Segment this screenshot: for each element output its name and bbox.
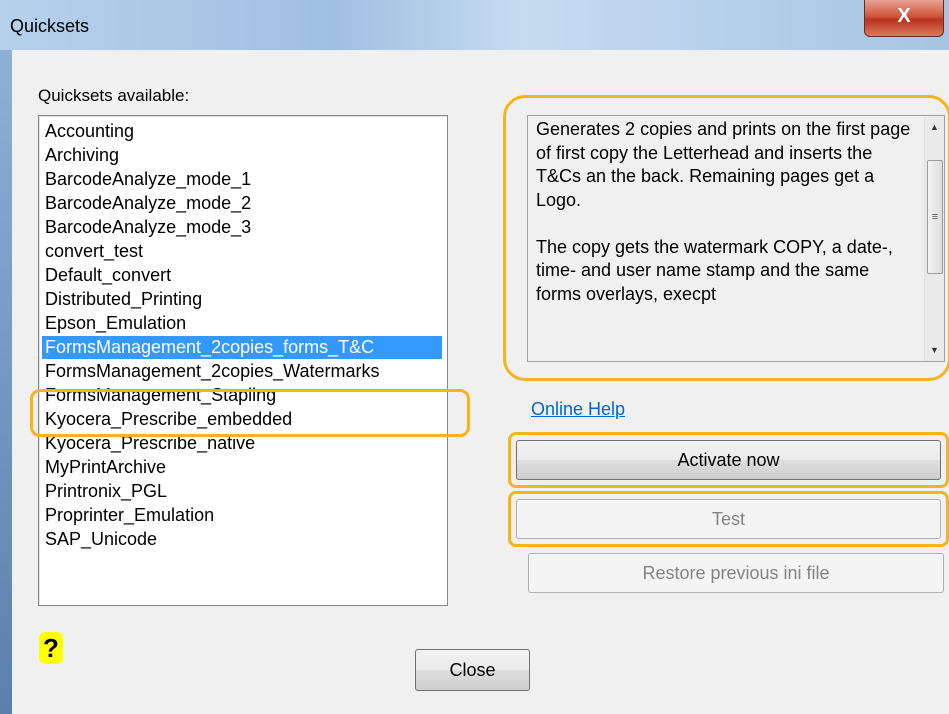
list-item[interactable]: Default_convert xyxy=(45,264,171,287)
list-item[interactable]: MyPrintArchive xyxy=(45,456,166,479)
list-item[interactable]: Proprinter_Emulation xyxy=(45,504,214,527)
close-icon: X xyxy=(897,5,911,27)
title-bar[interactable]: Quicksets X xyxy=(0,0,949,50)
close-button[interactable]: Close xyxy=(415,649,530,691)
list-item[interactable]: Distributed_Printing xyxy=(45,288,202,311)
help-question-icon[interactable]: ? xyxy=(39,632,63,664)
list-item[interactable]: BarcodeAnalyze_mode_2 xyxy=(45,192,251,215)
restore-ini-button[interactable]: Restore previous ini file xyxy=(528,553,944,593)
list-item-selected[interactable]: FormsManagement_2copies_forms_T&C xyxy=(42,336,442,359)
list-item[interactable]: FormsManagement_2copies_Watermarks xyxy=(45,360,379,383)
list-item[interactable]: convert_test xyxy=(45,240,143,263)
list-item[interactable]: Archiving xyxy=(45,144,119,167)
dialog-window: Quicksets X Quicksets available: Account… xyxy=(0,0,949,714)
quicksets-listbox[interactable]: Accounting Archiving BarcodeAnalyze_mode… xyxy=(38,115,448,606)
selection-highlight-outline xyxy=(30,389,470,437)
dialog-client-area: Quicksets available: Accounting Archivin… xyxy=(12,50,949,714)
list-item[interactable]: BarcodeAnalyze_mode_1 xyxy=(45,168,251,191)
list-item[interactable]: Epson_Emulation xyxy=(45,312,186,335)
list-item[interactable]: SAP_Unicode xyxy=(45,528,157,551)
description-highlight-outline xyxy=(503,95,949,381)
activate-highlight-outline xyxy=(508,432,949,488)
test-highlight-outline xyxy=(508,491,949,547)
list-item[interactable]: Printronix_PGL xyxy=(45,480,167,503)
list-item[interactable]: BarcodeAnalyze_mode_3 xyxy=(45,216,251,239)
online-help-link[interactable]: Online Help xyxy=(531,399,625,420)
quicksets-label: Quicksets available: xyxy=(38,86,190,105)
window-title: Quicksets xyxy=(10,16,90,36)
list-item[interactable]: Accounting xyxy=(45,120,134,143)
close-window-button[interactable]: X xyxy=(864,0,944,37)
